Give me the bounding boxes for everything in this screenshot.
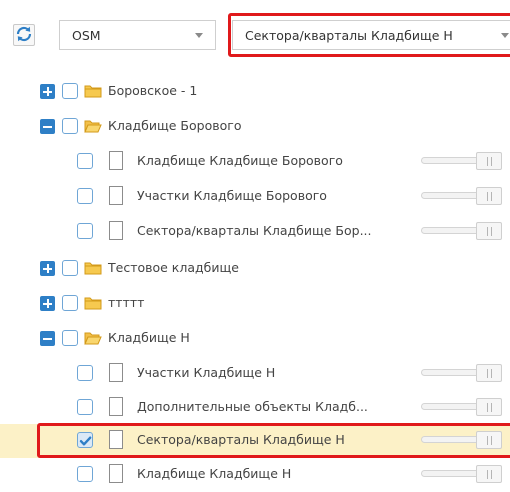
collapse-icon[interactable] — [40, 119, 55, 134]
tree-item-label: Кладбище Кладбище Борового — [137, 153, 343, 168]
layer-icon — [109, 397, 123, 416]
collapse-icon[interactable] — [40, 331, 55, 346]
tree-layer-row[interactable]: Участки Кладбище Борового — [0, 180, 510, 214]
tree-layer-row[interactable]: Кладбище Кладбище Борового — [0, 145, 510, 179]
tree-item-label: Участки Кладбище Борового — [137, 188, 327, 203]
layer-checkbox[interactable] — [77, 153, 93, 169]
tree-layer-row-selected[interactable]: Сектора/кварталы Кладбище Н — [0, 424, 510, 458]
layer-checkbox[interactable] — [77, 223, 93, 239]
layer-icon — [109, 186, 123, 205]
opacity-slider[interactable] — [421, 222, 502, 240]
opacity-slider[interactable] — [421, 398, 502, 416]
tree-folder-row[interactable]: Тестовое кладбище — [0, 252, 510, 286]
layer-icon — [109, 221, 123, 240]
layer-checkbox[interactable] — [77, 365, 93, 381]
tree-folder-row[interactable]: Боровское - 1 — [0, 75, 510, 109]
folder-icon — [84, 85, 102, 98]
tree-folder-row[interactable]: ттттт — [0, 287, 510, 321]
slider-handle[interactable] — [476, 465, 502, 483]
tree-folder-row[interactable]: Кладбище Н — [0, 322, 510, 356]
tree-folder-row[interactable]: Кладбище Борового — [0, 110, 510, 144]
opacity-slider[interactable] — [421, 187, 502, 205]
tree-item-label: Тестовое кладбище — [108, 260, 239, 275]
tree-item-label: Участки Кладбище Н — [137, 365, 276, 380]
tree-item-label: Сектора/кварталы Кладбище Бор... — [137, 223, 372, 238]
tree-item-label: Сектора/кварталы Кладбище Н — [137, 432, 345, 447]
tree-item-label: Кладбище Н — [108, 330, 190, 345]
layer-checkbox[interactable] — [77, 188, 93, 204]
opacity-slider[interactable] — [421, 465, 502, 483]
layer-icon — [109, 151, 123, 170]
tree-item-label: Дополнительные объекты Кладб... — [137, 399, 368, 414]
layer-checkbox[interactable] — [77, 399, 93, 415]
expand-icon[interactable] — [40, 296, 55, 311]
layer-icon — [109, 363, 123, 382]
tree-item-label: Кладбище Борового — [108, 118, 242, 133]
tree-item-label: Боровское - 1 — [108, 83, 198, 98]
folder-icon — [84, 297, 102, 310]
layer-checkbox[interactable] — [62, 118, 78, 134]
expand-icon[interactable] — [40, 84, 55, 99]
layer-checkbox-checked[interactable] — [77, 432, 93, 448]
opacity-slider[interactable] — [421, 431, 502, 449]
layer-icon — [109, 430, 123, 449]
opacity-slider[interactable] — [421, 152, 502, 170]
slider-handle[interactable] — [476, 187, 502, 205]
layer-checkbox[interactable] — [62, 295, 78, 311]
folder-open-icon — [84, 332, 102, 345]
folder-open-icon — [84, 120, 102, 133]
tree-layer-row[interactable]: Дополнительные объекты Кладб... — [0, 391, 510, 425]
opacity-slider[interactable] — [421, 364, 502, 382]
layer-checkbox[interactable] — [62, 330, 78, 346]
layer-checkbox[interactable] — [62, 83, 78, 99]
layer-checkbox[interactable] — [77, 466, 93, 482]
slider-handle[interactable] — [476, 152, 502, 170]
tree-item-label: Кладбище Кладбище Н — [137, 466, 292, 481]
expand-icon[interactable] — [40, 261, 55, 276]
tree-layer-row[interactable]: Участки Кладбище Н — [0, 357, 510, 391]
slider-handle[interactable] — [476, 364, 502, 382]
checkmark-icon — [79, 436, 92, 446]
tree-layer-row[interactable]: Сектора/кварталы Кладбище Бор... — [0, 215, 510, 249]
tree-layer-row[interactable]: Кладбище Кладбище Н — [0, 458, 510, 492]
slider-handle[interactable] — [476, 398, 502, 416]
layer-icon — [109, 464, 123, 483]
folder-icon — [84, 262, 102, 275]
slider-handle[interactable] — [476, 431, 502, 449]
tree-item-label: ттттт — [108, 295, 145, 310]
slider-handle[interactable] — [476, 222, 502, 240]
layer-checkbox[interactable] — [62, 260, 78, 276]
layer-tree: Боровское - 1 Кладбище Борового Кладбище… — [0, 0, 510, 492]
